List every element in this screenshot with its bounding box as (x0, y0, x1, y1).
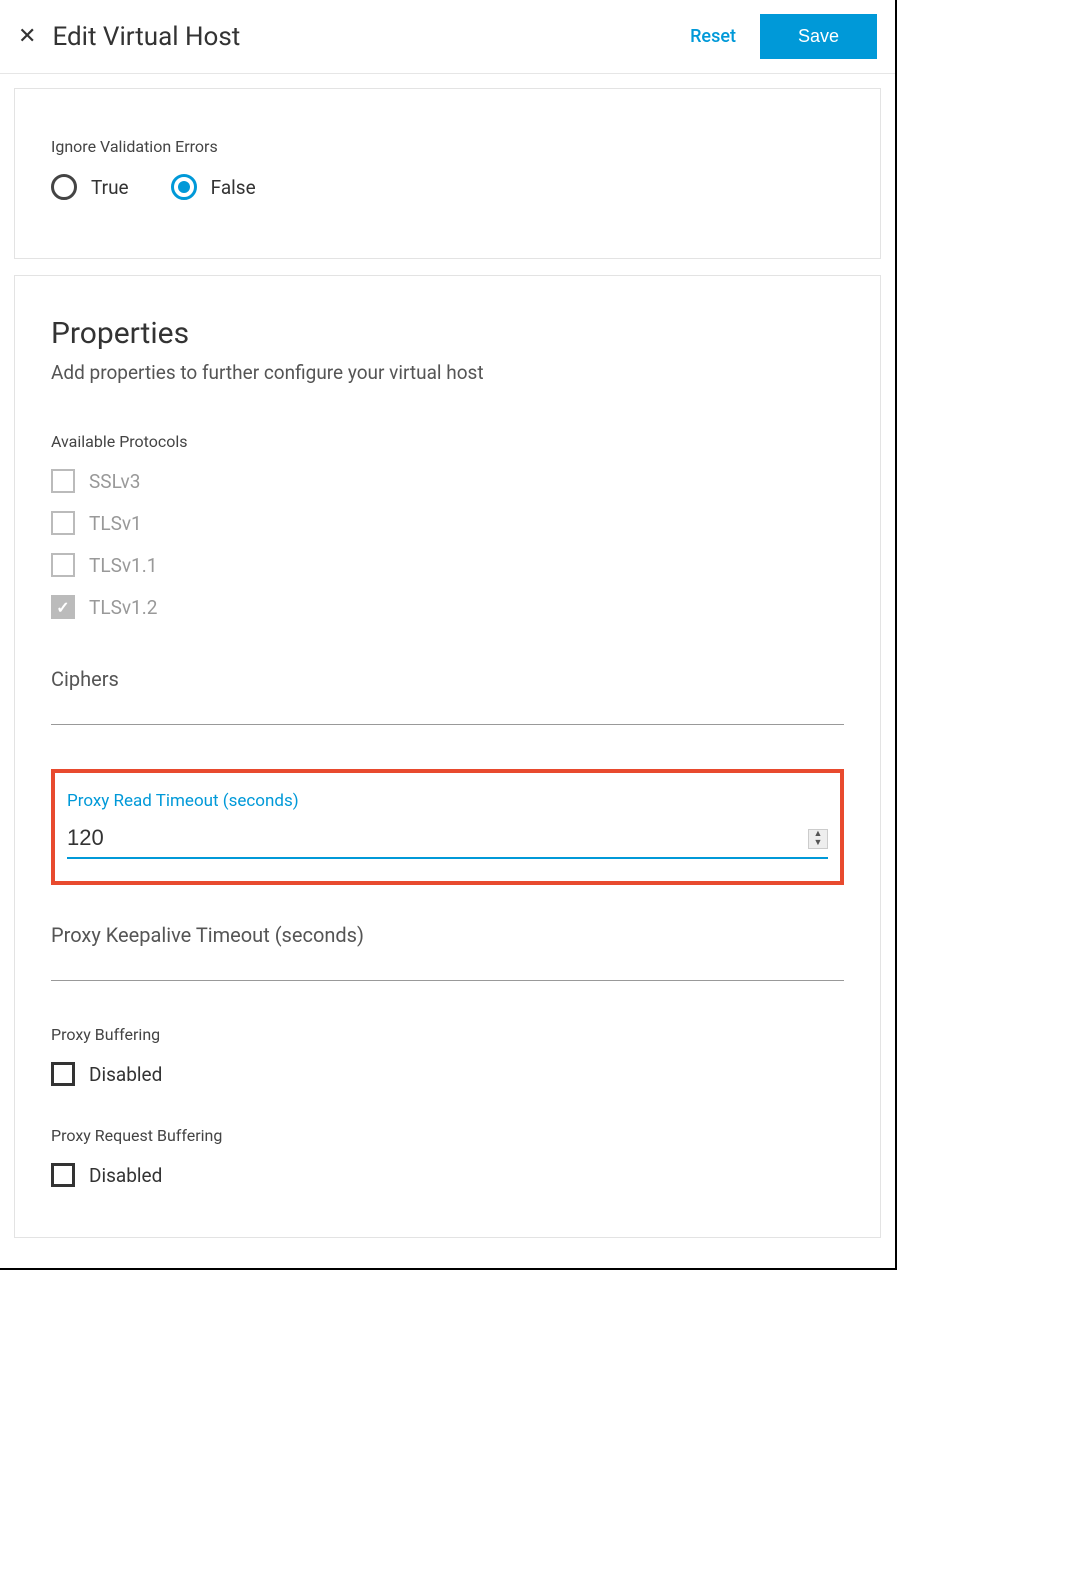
checkbox-icon (51, 553, 75, 577)
checkbox-icon (51, 1163, 75, 1187)
properties-card: Properties Add properties to further con… (14, 275, 881, 1238)
ignore-validation-label: Ignore Validation Errors (51, 137, 844, 156)
proxy-request-buffering-label: Proxy Request Buffering (51, 1126, 844, 1145)
protocol-label: SSLv3 (89, 470, 140, 493)
stepper-down-icon[interactable]: ▼ (809, 839, 827, 848)
validation-card: Ignore Validation Errors True False (14, 88, 881, 259)
proxy-buffering-label: Proxy Buffering (51, 1025, 844, 1044)
close-icon[interactable]: ✕ (18, 26, 36, 48)
protocols-list: SSLv3 TLSv1 TLSv1.1 ✓ TLSv1.2 (51, 469, 844, 619)
reset-button[interactable]: Reset (690, 26, 736, 47)
save-button[interactable]: Save (760, 14, 877, 59)
checkbox-icon (51, 469, 75, 493)
ciphers-label: Ciphers (51, 667, 844, 691)
ciphers-input[interactable] (51, 695, 844, 725)
protocol-label: TLSv1.2 (89, 596, 157, 619)
radio-true[interactable]: True (51, 174, 129, 200)
radio-icon (171, 174, 197, 200)
radio-icon (51, 174, 77, 200)
checkbox-icon (51, 1062, 75, 1086)
proxy-keepalive-label: Proxy Keepalive Timeout (seconds) (51, 923, 844, 947)
proxy-request-buffering-option: Disabled (89, 1164, 162, 1187)
proxy-read-timeout-input[interactable] (67, 821, 808, 857)
protocol-label: TLSv1 (89, 512, 142, 535)
ignore-validation-radio-group: True False (51, 174, 844, 200)
page-title: Edit Virtual Host (52, 22, 690, 52)
radio-false[interactable]: False (171, 174, 256, 200)
checkbox-icon (51, 511, 75, 535)
number-stepper[interactable]: ▲ ▼ (808, 829, 828, 849)
checkbox-icon: ✓ (51, 595, 75, 619)
proxy-keepalive-field: Proxy Keepalive Timeout (seconds) (51, 923, 844, 981)
protocol-tlsv1[interactable]: TLSv1 (51, 511, 844, 535)
properties-subtitle: Add properties to further configure your… (51, 361, 844, 384)
radio-false-label: False (211, 176, 256, 199)
protocol-sslv3[interactable]: SSLv3 (51, 469, 844, 493)
ciphers-field: Ciphers (51, 667, 844, 725)
proxy-read-timeout-row: ▲ ▼ (67, 821, 828, 859)
proxy-keepalive-input[interactable] (51, 951, 844, 981)
available-protocols-label: Available Protocols (51, 432, 844, 451)
proxy-read-timeout-highlight: Proxy Read Timeout (seconds) ▲ ▼ (51, 769, 844, 885)
protocol-tlsv12[interactable]: ✓ TLSv1.2 (51, 595, 844, 619)
protocol-label: TLSv1.1 (89, 554, 157, 577)
protocol-tlsv11[interactable]: TLSv1.1 (51, 553, 844, 577)
proxy-buffering-checkbox[interactable]: Disabled (51, 1062, 844, 1086)
radio-true-label: True (91, 176, 129, 199)
proxy-request-buffering-checkbox[interactable]: Disabled (51, 1163, 844, 1187)
check-icon: ✓ (56, 598, 69, 617)
header-bar: ✕ Edit Virtual Host Reset Save (0, 0, 895, 74)
properties-title: Properties (51, 316, 844, 351)
content-area: Ignore Validation Errors True False Prop… (0, 74, 895, 1268)
proxy-buffering-option: Disabled (89, 1063, 162, 1086)
proxy-read-timeout-label: Proxy Read Timeout (seconds) (67, 791, 828, 815)
